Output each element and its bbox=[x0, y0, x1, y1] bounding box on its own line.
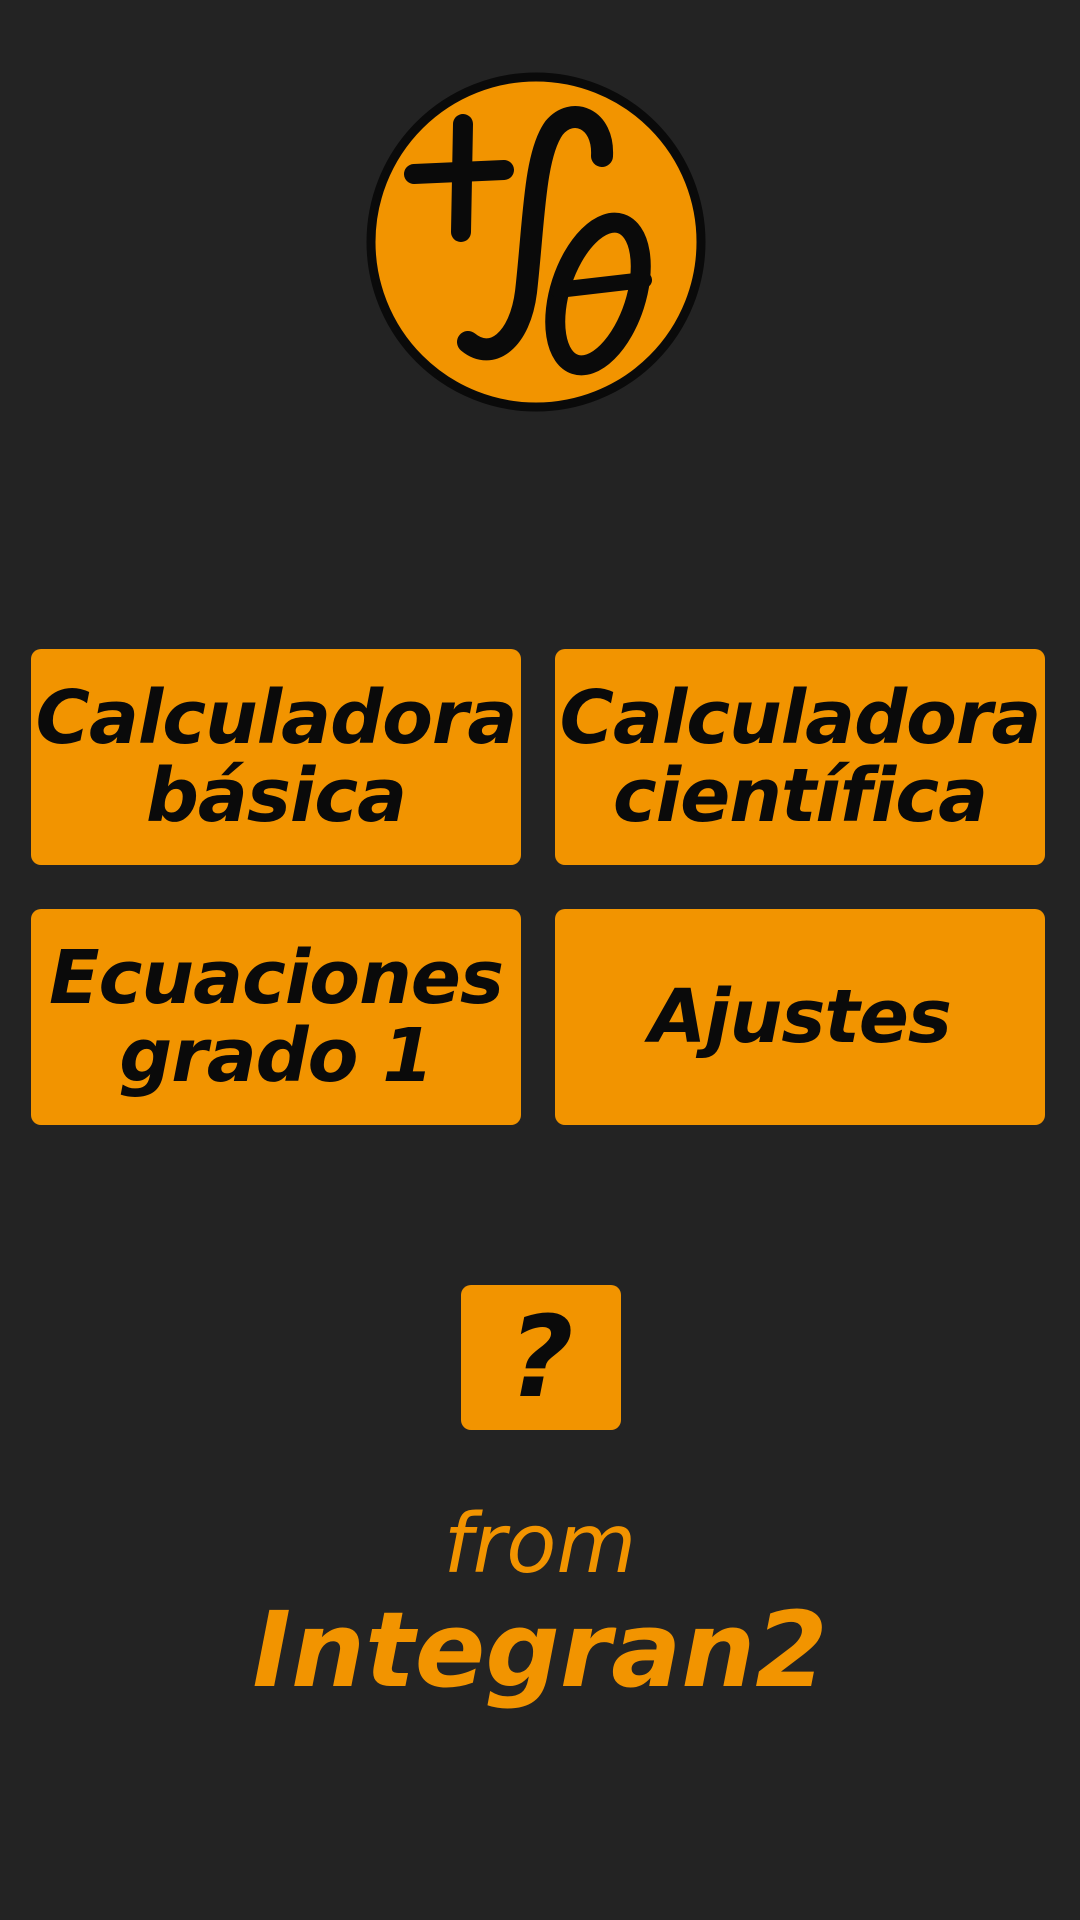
brand-name: Integran2 bbox=[252, 1589, 828, 1711]
equations-label-line2: grado 1 bbox=[119, 1013, 433, 1099]
scientific-calculator-button[interactable]: Calculadora científica bbox=[555, 649, 1045, 865]
settings-label: Ajustes bbox=[649, 974, 952, 1060]
basic-calculator-label-line2: básica bbox=[145, 753, 407, 839]
app-logo bbox=[366, 72, 706, 412]
equations-button[interactable]: Ecuaciones grado 1 bbox=[31, 909, 521, 1125]
from-label: from bbox=[443, 1497, 637, 1592]
basic-calculator-label-line1: Calculadora bbox=[35, 675, 518, 761]
basic-calculator-button[interactable]: Calculadora básica bbox=[31, 649, 521, 865]
integral-theta-logo-icon bbox=[366, 72, 706, 412]
question-mark-icon: ? bbox=[508, 1292, 574, 1423]
settings-button[interactable]: Ajustes bbox=[555, 909, 1045, 1125]
scientific-calculator-label-line2: científica bbox=[612, 753, 988, 839]
equations-label-line1: Ecuaciones bbox=[48, 935, 504, 1021]
help-button[interactable]: ? bbox=[461, 1285, 621, 1430]
scientific-calculator-label-line1: Calculadora bbox=[559, 675, 1042, 761]
